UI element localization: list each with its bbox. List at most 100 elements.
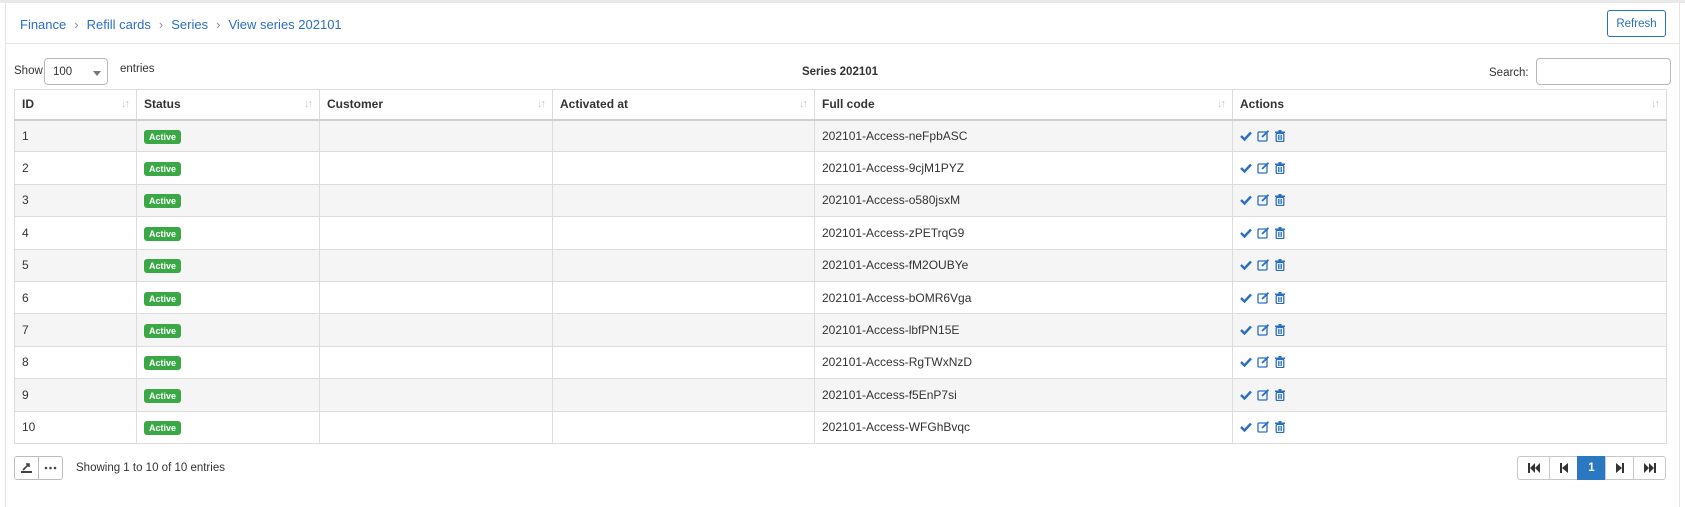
previous-page-button[interactable] (1549, 456, 1578, 480)
edit-icon[interactable] (1257, 388, 1270, 401)
next-page-icon (1615, 463, 1624, 473)
row-actions (1240, 421, 1659, 434)
edit-icon[interactable] (1257, 194, 1270, 207)
table-row[interactable]: 7 Active 202101-Access-lbfPN15E (14, 313, 1667, 347)
column-header-actions[interactable]: Actions ↓↑ (1232, 89, 1667, 121)
more-options-button[interactable] (38, 456, 63, 480)
cell-actions (1232, 216, 1667, 250)
edit-icon[interactable] (1257, 227, 1270, 239)
edit-icon[interactable] (1257, 291, 1270, 304)
cell-activated-at (552, 410, 815, 444)
table-row[interactable]: 10 Active 202101-Access-WFGhBvqc (14, 410, 1667, 444)
status-badge: Active (144, 259, 182, 274)
edit-icon[interactable] (1257, 324, 1270, 336)
cell-full-code: 202101-Access-f5EnP7si (814, 378, 1233, 412)
check-icon[interactable] (1240, 357, 1252, 368)
table-row[interactable]: 8 Active 202101-Access-RgTWxNzD (14, 345, 1667, 380)
check-icon[interactable] (1240, 325, 1252, 336)
edit-icon[interactable] (1257, 421, 1270, 433)
table-row[interactable]: 2 Active 202101-Access-9cjM1PYZ (14, 151, 1667, 185)
sort-icon: ↓↑ (799, 98, 808, 110)
cell-status: Active (136, 410, 320, 444)
breadcrumb-finance[interactable]: Finance (20, 17, 66, 32)
row-actions (1240, 291, 1659, 304)
cell-customer (319, 313, 553, 347)
table-row[interactable]: 1 Active 202101-Access-neFpbASC (14, 118, 1667, 153)
trash-icon[interactable] (1275, 226, 1285, 239)
cell-customer (319, 410, 553, 444)
table-body: 1 Active 202101-Access-neFpbASC 2 Active 2021… (14, 118, 1667, 444)
cell-customer (319, 151, 553, 185)
check-icon[interactable] (1240, 195, 1252, 206)
row-actions (1240, 194, 1659, 207)
breadcrumb-refill-cards[interactable]: Refill cards (87, 17, 151, 32)
cell-full-code: 202101-Access-o580jsxM (814, 183, 1233, 218)
breadcrumb-current[interactable]: View series 202101 (228, 17, 341, 32)
edit-icon[interactable] (1257, 356, 1270, 369)
trash-icon[interactable] (1275, 194, 1285, 207)
check-icon[interactable] (1240, 293, 1252, 303)
column-header-id[interactable]: ID ↓↑ (14, 89, 137, 121)
cell-activated-at (552, 280, 815, 315)
check-icon[interactable] (1240, 163, 1252, 174)
column-header-customer[interactable]: Customer ↓↑ (319, 89, 553, 121)
edit-icon[interactable] (1257, 130, 1270, 142)
trash-icon[interactable] (1275, 388, 1285, 401)
trash-icon[interactable] (1275, 259, 1285, 272)
check-icon[interactable] (1240, 422, 1252, 433)
sort-icon: ↓↑ (537, 98, 546, 110)
table-row[interactable]: 9 Active 202101-Access-f5EnP7si (14, 378, 1667, 412)
first-page-icon (1527, 463, 1540, 473)
trash-icon[interactable] (1275, 129, 1285, 142)
cell-full-code: 202101-Access-bOMR6Vga (814, 280, 1233, 315)
cell-status: Active (136, 378, 320, 412)
search-label: Search: (1489, 67, 1529, 79)
cell-activated-at (552, 216, 815, 250)
cell-activated-at (552, 345, 815, 380)
cell-customer (319, 118, 553, 153)
search-input[interactable] (1536, 58, 1671, 85)
first-page-button[interactable] (1517, 456, 1550, 480)
table-row[interactable]: 3 Active 202101-Access-o580jsxM (14, 183, 1667, 218)
trash-icon[interactable] (1275, 356, 1285, 369)
sort-icon: ↓↑ (1651, 98, 1660, 110)
page-button-current[interactable]: 1 (1577, 456, 1606, 480)
cell-status: Active (136, 345, 320, 380)
breadcrumb-series[interactable]: Series (171, 17, 208, 32)
trash-icon[interactable] (1275, 162, 1285, 175)
edit-icon[interactable] (1257, 259, 1270, 271)
column-header-status[interactable]: Status ↓↑ (136, 89, 320, 121)
trash-icon[interactable] (1275, 421, 1285, 434)
trash-icon[interactable] (1275, 291, 1285, 304)
last-page-button[interactable] (1633, 456, 1666, 480)
cell-id: 10 (14, 410, 137, 444)
next-page-button[interactable] (1605, 456, 1634, 480)
export-icon (21, 463, 32, 473)
check-icon[interactable] (1240, 390, 1252, 400)
column-header-full-code[interactable]: Full code ↓↑ (814, 89, 1233, 121)
chevron-right-icon: › (216, 17, 221, 32)
edit-icon[interactable] (1257, 162, 1270, 174)
status-badge: Active (144, 129, 182, 144)
cell-customer (319, 378, 553, 412)
cell-customer (319, 183, 553, 218)
trash-icon[interactable] (1275, 324, 1285, 337)
row-actions (1240, 388, 1659, 401)
check-icon[interactable] (1240, 131, 1252, 141)
check-icon[interactable] (1240, 228, 1252, 238)
column-header-activated-at[interactable]: Activated at ↓↑ (552, 89, 815, 121)
check-icon[interactable] (1240, 260, 1252, 271)
row-actions (1240, 162, 1659, 175)
table-row[interactable]: 5 Active 202101-Access-fM2OUBYe (14, 248, 1667, 282)
table-controls: Show 100 entries Series 202101 Search: (14, 58, 1671, 86)
status-badge: Active (144, 162, 182, 177)
cell-activated-at (552, 378, 815, 412)
table-row[interactable]: 6 Active 202101-Access-bOMR6Vga (14, 280, 1667, 315)
refresh-button[interactable]: Refresh (1607, 10, 1666, 37)
cell-id: 6 (14, 280, 137, 315)
status-badge: Active (144, 226, 182, 241)
cell-activated-at (552, 183, 815, 218)
table-info: Showing 1 to 10 of 10 entries (76, 462, 225, 474)
table-row[interactable]: 4 Active 202101-Access-zPETrqG9 (14, 216, 1667, 250)
export-button[interactable] (14, 456, 39, 480)
